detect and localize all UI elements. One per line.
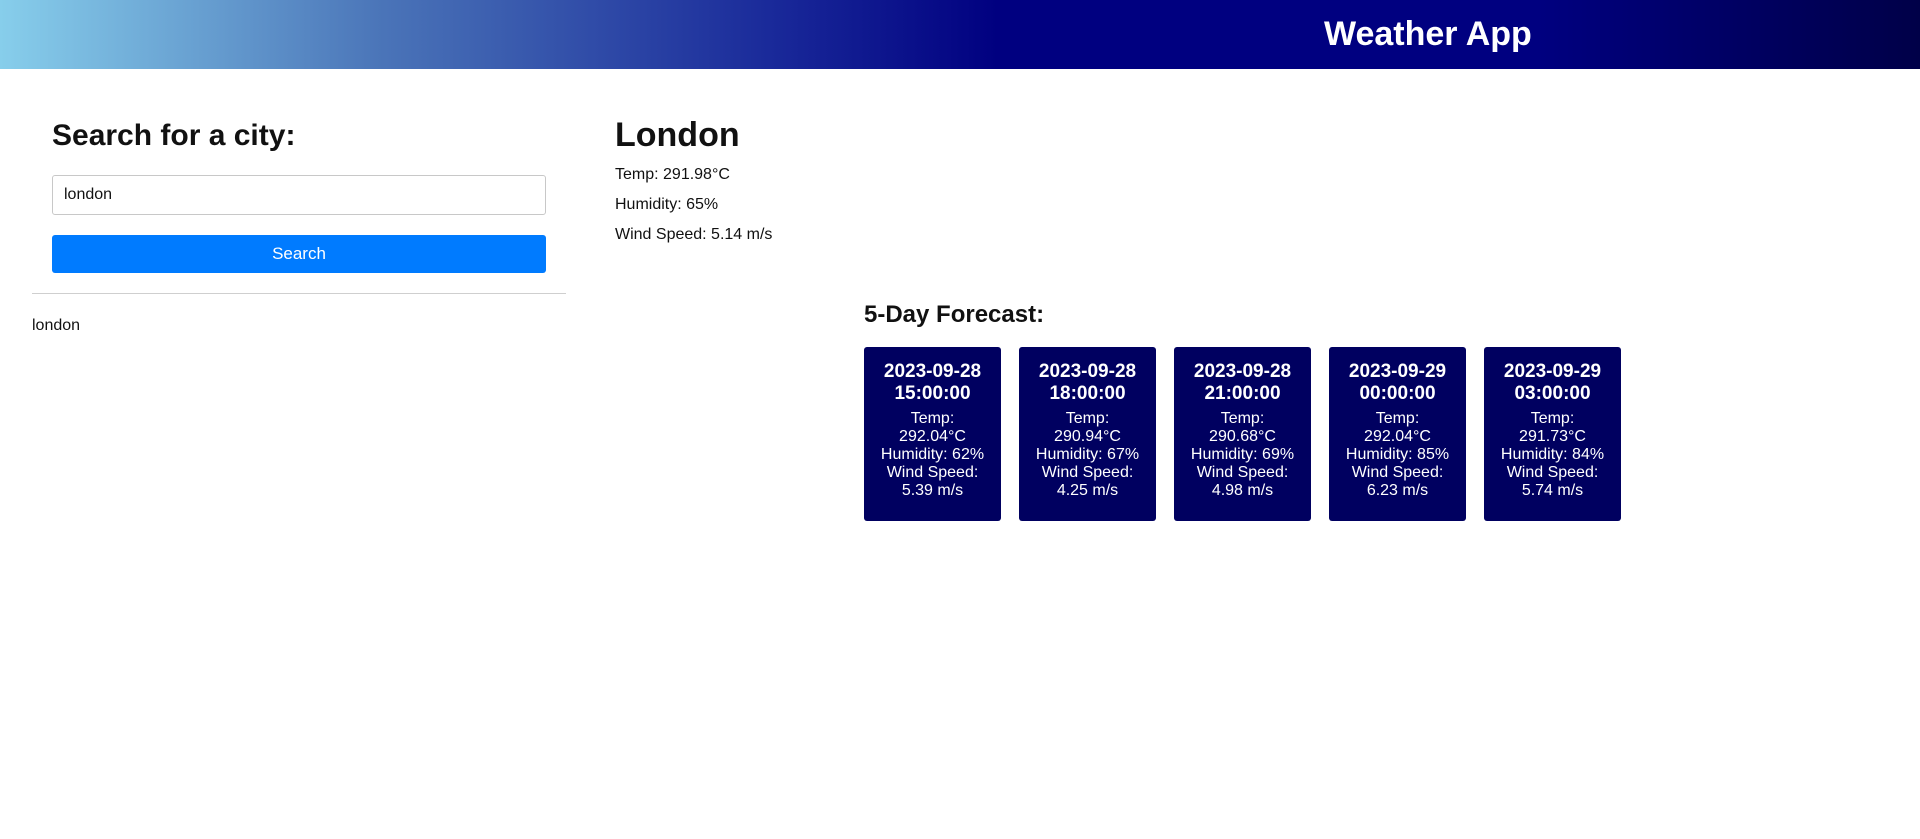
forecast-wind: 4.98 m/s [1211,482,1274,499]
app-title: Weather App [1324,15,1532,53]
forecast-temp: 291.73°C [1519,428,1586,445]
forecast-date: 2023-09-29 [1503,361,1602,382]
forecast-temp: 290.94°C [1054,428,1121,445]
forecast-datetime: 2023-09-28 15:00:00 [864,361,1001,405]
forecast-temp: 292.04°C [899,428,966,445]
forecast-section: 5-Day Forecast: 2023-09-28 15:00:00 Temp:… [864,300,1621,521]
forecast-date: 2023-09-28 [1038,361,1137,382]
current-humidity: Humidity: 65% [615,196,719,213]
forecast-wind-label: Wind Speed: [1041,464,1134,481]
forecast-datetime: 2023-09-28 18:00:00 [1019,361,1156,405]
search-heading: Search for a city: [52,119,296,152]
forecast-card: 2023-09-28 18:00:00 Temp: 290.94°C Humidi… [1019,347,1156,521]
forecast-wind-label: Wind Speed: [1196,464,1289,481]
forecast-wind: 6.23 m/s [1366,482,1429,499]
sidebar-divider [32,293,566,294]
forecast-card: 2023-09-28 15:00:00 Temp: 292.04°C Humidi… [864,347,1001,521]
forecast-temp-label: Temp: [910,410,955,427]
forecast-time: 21:00:00 [1204,383,1281,404]
forecast-time: 18:00:00 [1049,383,1126,404]
forecast-card: 2023-09-29 03:00:00 Temp: 291.73°C Humidi… [1484,347,1621,521]
search-button[interactable]: Search [52,235,546,273]
forecast-card: 2023-09-28 21:00:00 Temp: 290.68°C Humidi… [1174,347,1311,521]
forecast-temp-label: Temp: [1375,410,1420,427]
forecast-temp: 292.04°C [1364,428,1431,445]
forecast-humidity: Humidity: 62% [880,446,985,463]
forecast-time: 00:00:00 [1359,383,1436,404]
forecast-temp-label: Temp: [1530,410,1575,427]
current-temp: Temp: 291.98°C [615,166,730,183]
forecast-wind-label: Wind Speed: [886,464,979,481]
forecast-wind-label: Wind Speed: [1351,464,1444,481]
forecast-temp: 290.68°C [1209,428,1276,445]
history-item[interactable]: london [32,316,80,336]
current-wind-speed: Wind Speed: 5.14 m/s [615,226,773,243]
forecast-datetime: 2023-09-28 21:00:00 [1174,361,1311,405]
forecast-humidity: Humidity: 69% [1190,446,1295,463]
city-search-input[interactable] [52,175,546,215]
forecast-wind: 4.25 m/s [1056,482,1119,499]
forecast-date: 2023-09-29 [1348,361,1447,382]
forecast-time: 03:00:00 [1514,383,1591,404]
forecast-datetime: 2023-09-29 03:00:00 [1484,361,1621,405]
forecast-humidity: Humidity: 84% [1500,446,1605,463]
search-history-list: london [32,316,80,336]
forecast-temp-label: Temp: [1220,410,1265,427]
forecast-wind-label: Wind Speed: [1506,464,1599,481]
forecast-wind: 5.74 m/s [1521,482,1584,499]
forecast-wind: 5.39 m/s [901,482,964,499]
forecast-date: 2023-09-28 [1193,361,1292,382]
forecast-card: 2023-09-29 00:00:00 Temp: 292.04°C Humidi… [1329,347,1466,521]
current-city-name: London [615,116,740,154]
current-weather: London Temp: 291.98°C Humidity: 65% Wind… [615,115,772,243]
app-header: Weather App [0,0,1920,69]
forecast-time: 15:00:00 [894,383,971,404]
forecast-date: 2023-09-28 [883,361,982,382]
forecast-temp-label: Temp: [1065,410,1110,427]
forecast-heading: 5-Day Forecast: [864,301,1045,328]
forecast-humidity: Humidity: 67% [1035,446,1140,463]
forecast-cards: 2023-09-28 15:00:00 Temp: 292.04°C Humidi… [864,347,1621,521]
forecast-datetime: 2023-09-29 00:00:00 [1329,361,1466,405]
forecast-humidity: Humidity: 85% [1345,446,1450,463]
